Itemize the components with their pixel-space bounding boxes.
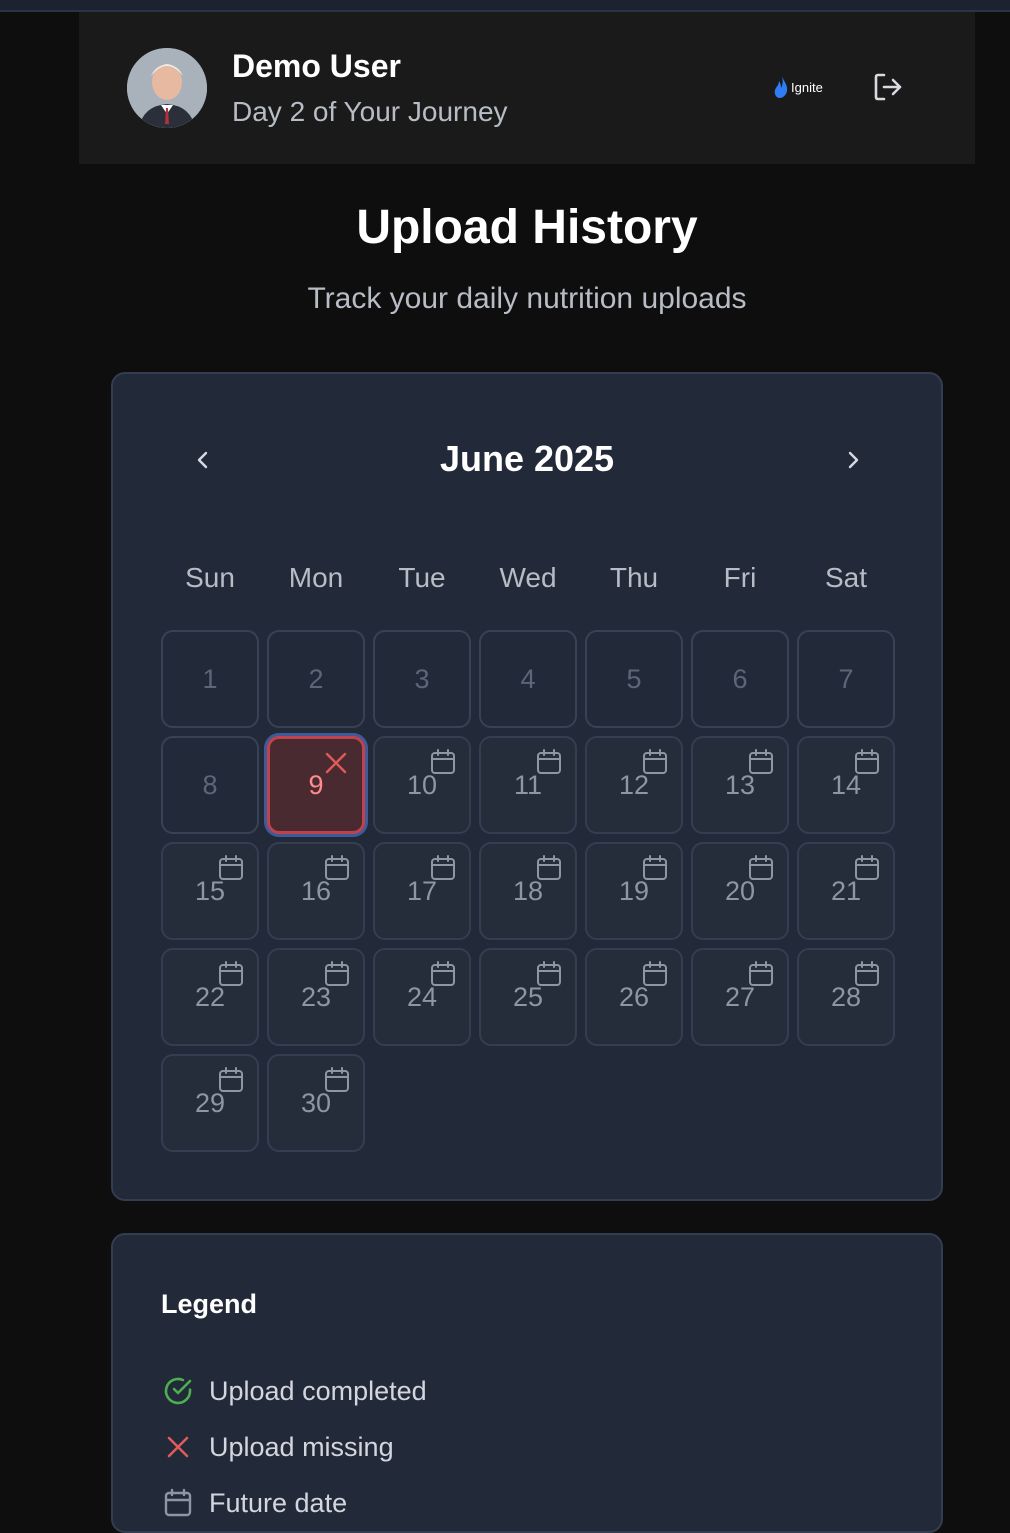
user-header: Demo User Day 2 of Your Journey Ignite bbox=[79, 12, 975, 164]
calendar-icon bbox=[431, 961, 455, 986]
calendar-icon bbox=[219, 961, 243, 986]
calendar-card: June 2025 Sun Mon Tue Wed Thu Fri Sat 12345678… bbox=[111, 372, 943, 1201]
page-title: Upload History bbox=[356, 201, 698, 254]
legend-item-future: Future date bbox=[161, 1485, 347, 1521]
avatar[interactable] bbox=[127, 48, 207, 128]
logout-icon bbox=[874, 73, 902, 101]
logout-button[interactable] bbox=[871, 70, 905, 104]
calendar-day-28[interactable]: 28 bbox=[797, 948, 895, 1046]
page-subtitle: Track your daily nutrition uploads bbox=[307, 282, 747, 315]
calendar-day-23[interactable]: 23 bbox=[267, 948, 365, 1046]
calendar-day-2[interactable]: 2 bbox=[267, 630, 365, 728]
calendar-icon bbox=[749, 961, 773, 986]
calendar-day-24[interactable]: 24 bbox=[373, 948, 471, 1046]
calendar-icon bbox=[855, 961, 879, 986]
calendar-grid: 1 2 3 4 5 6 7 8 9 10 11 12 13 14 15 16 17 18 19 20 21 22 23 24 2… bbox=[161, 630, 905, 1154]
x-icon bbox=[167, 1436, 189, 1458]
calendar-day-25[interactable]: 25 bbox=[479, 948, 577, 1046]
calendar-icon bbox=[431, 855, 455, 880]
calendar-icon bbox=[537, 749, 561, 774]
calendar-day-27[interactable]: 27 bbox=[691, 948, 789, 1046]
calendar-day-10[interactable]: 10 bbox=[373, 736, 471, 834]
day-number: 1 bbox=[202, 663, 218, 694]
calendar-day-16[interactable]: 16 bbox=[267, 842, 365, 940]
legend-title: Legend bbox=[161, 1289, 258, 1319]
weekday-label: Sun bbox=[185, 562, 235, 593]
calendar-day-21[interactable]: 21 bbox=[797, 842, 895, 940]
day-number: 6 bbox=[732, 663, 748, 694]
day-number: 3 bbox=[414, 663, 430, 694]
calendar-day-18[interactable]: 18 bbox=[479, 842, 577, 940]
next-month-button[interactable] bbox=[833, 440, 873, 480]
calendar-icon bbox=[749, 749, 773, 774]
day-number: 7 bbox=[838, 663, 854, 694]
calendar-day-7[interactable]: 7 bbox=[797, 630, 895, 728]
brand-name: Ignite bbox=[791, 79, 823, 95]
weekday-label: Thu bbox=[609, 562, 659, 593]
calendar-icon bbox=[325, 1067, 349, 1092]
calendar-icon bbox=[325, 855, 349, 880]
chevron-right-icon bbox=[848, 451, 859, 469]
calendar-day-22[interactable]: 22 bbox=[161, 948, 259, 1046]
calendar-day-8[interactable]: 8 bbox=[161, 736, 259, 834]
calendar-day-20[interactable]: 20 bbox=[691, 842, 789, 940]
calendar-icon bbox=[219, 1067, 243, 1092]
calendar-icon bbox=[164, 1488, 192, 1517]
journey-day-text: Day 2 of Your Journey bbox=[232, 96, 508, 127]
calendar-day-6[interactable]: 6 bbox=[691, 630, 789, 728]
calendar-icon bbox=[643, 961, 667, 986]
calendar-icon bbox=[749, 855, 773, 880]
brand-logo: Ignite bbox=[773, 74, 823, 100]
day-number: 4 bbox=[520, 663, 536, 694]
check-circle-icon bbox=[164, 1377, 192, 1405]
calendar-day-12[interactable]: 12 bbox=[585, 736, 683, 834]
calendar-icon bbox=[643, 749, 667, 774]
calendar-day-4[interactable]: 4 bbox=[479, 630, 577, 728]
day-number: 8 bbox=[202, 769, 218, 800]
legend-label: Future date bbox=[209, 1487, 348, 1518]
calendar-day-30[interactable]: 30 bbox=[267, 1054, 365, 1152]
calendar-icon bbox=[219, 855, 243, 880]
weekday-label: Wed bbox=[499, 562, 557, 593]
legend-label: Upload completed bbox=[209, 1375, 427, 1406]
calendar-icon bbox=[855, 749, 879, 774]
x-icon bbox=[325, 752, 347, 774]
flame-icon bbox=[774, 76, 788, 98]
calendar-day-26[interactable]: 26 bbox=[585, 948, 683, 1046]
calendar-day-15[interactable]: 15 bbox=[161, 842, 259, 940]
weekday-label: Fri bbox=[723, 562, 757, 593]
weekday-label: Tue bbox=[398, 562, 446, 593]
calendar-day-11[interactable]: 11 bbox=[479, 736, 577, 834]
calendar-icon bbox=[855, 855, 879, 880]
calendar-day-1[interactable]: 1 bbox=[161, 630, 259, 728]
calendar-icon bbox=[325, 961, 349, 986]
calendar-day-14[interactable]: 14 bbox=[797, 736, 895, 834]
calendar-day-17[interactable]: 17 bbox=[373, 842, 471, 940]
calendar-day-29[interactable]: 29 bbox=[161, 1054, 259, 1152]
weekday-label: Mon bbox=[288, 562, 344, 593]
calendar-day-5[interactable]: 5 bbox=[585, 630, 683, 728]
day-number: 2 bbox=[308, 663, 324, 694]
calendar-icon bbox=[643, 855, 667, 880]
legend-item-missing: Upload missing bbox=[161, 1429, 394, 1465]
legend-card: Legend Upload completed Upload missing F… bbox=[111, 1233, 943, 1533]
top-bar bbox=[0, 0, 1010, 12]
calendar-day-13[interactable]: 13 bbox=[691, 736, 789, 834]
calendar-day-9[interactable]: 9 bbox=[267, 736, 365, 834]
calendar-icon bbox=[431, 749, 455, 774]
weekday-header: Sun Mon Tue Wed Thu Fri Sat bbox=[161, 562, 905, 602]
month-title: June 2025 bbox=[439, 438, 615, 479]
user-name: Demo User bbox=[232, 48, 401, 84]
day-number: 5 bbox=[626, 663, 642, 694]
calendar-icon bbox=[537, 855, 561, 880]
calendar-day-3[interactable]: 3 bbox=[373, 630, 471, 728]
calendar-icon bbox=[537, 961, 561, 986]
calendar-day-19[interactable]: 19 bbox=[585, 842, 683, 940]
weekday-label: Sat bbox=[824, 562, 868, 593]
legend-label: Upload missing bbox=[209, 1431, 394, 1462]
legend-item-completed: Upload completed bbox=[161, 1373, 427, 1409]
